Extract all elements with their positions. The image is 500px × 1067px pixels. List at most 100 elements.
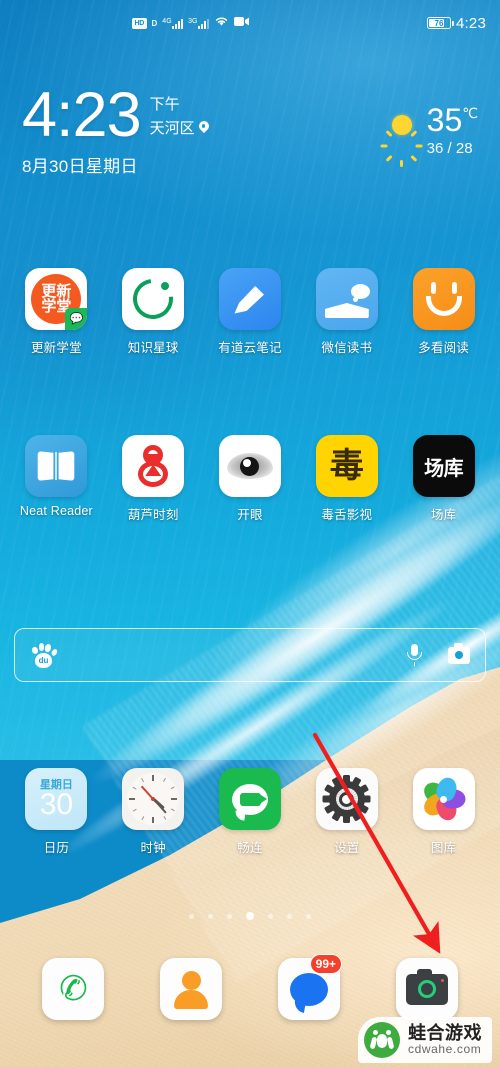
neat-reader-icon[interactable]	[25, 435, 88, 497]
app-label: Neat Reader	[19, 504, 93, 518]
widget-location-row[interactable]: 天河区	[150, 117, 209, 138]
pinwheel-glyph	[420, 775, 467, 823]
app-changku[interactable]: 场库 场库	[402, 435, 486, 523]
camera-search-icon[interactable]	[448, 643, 470, 664]
widget-ampm: 下午	[149, 96, 180, 114]
page-dot[interactable]	[287, 913, 292, 919]
app-label: 场库	[430, 508, 457, 522]
app-label: 葫芦时刻	[127, 508, 179, 522]
page-dot[interactable]	[246, 912, 254, 920]
battery-icon: 76	[427, 17, 454, 29]
app-kaiyan[interactable]: 开眼	[208, 435, 292, 523]
app-youdao-note[interactable]: 有道云笔记	[208, 268, 292, 356]
phone-icon[interactable]: ✆	[42, 958, 104, 1020]
microphone-icon[interactable]	[407, 644, 422, 666]
status-bar: HD D 4G 3G 76 4:23	[0, 0, 500, 46]
video-chat-glyph	[231, 783, 268, 815]
app-label: 开眼	[237, 508, 263, 522]
widget-meta: 下午 天河区	[150, 93, 209, 145]
kaiyan-icon[interactable]	[218, 435, 281, 497]
gear-glyph	[322, 775, 371, 823]
app-wechat-read[interactable]: 微信读书	[305, 268, 389, 356]
clock-tick	[162, 777, 166, 783]
wifi-icon	[214, 14, 229, 32]
baidu-search-bar[interactable]: du	[14, 628, 486, 682]
changku-icon[interactable]: 场库	[412, 435, 475, 497]
gear-tooth	[343, 775, 351, 784]
frog-logo-icon	[364, 1022, 400, 1058]
signal-3g: 3G	[188, 18, 209, 29]
dock-app-messages[interactable]: 99+	[274, 954, 344, 1020]
phone-glyph: ✆	[56, 968, 90, 1010]
gallery-icon[interactable]	[412, 768, 475, 830]
app-gengxin-xuetang[interactable]: 更新 学堂 💬 更新学堂	[14, 268, 98, 356]
watermark-name: 蛙合游戏	[408, 1022, 482, 1044]
clock-tick	[132, 808, 137, 812]
page-dot[interactable]	[268, 913, 273, 919]
camera-icon[interactable]	[396, 958, 458, 1020]
app-hulu-shike[interactable]: 葫芦时刻	[111, 435, 195, 523]
status-bar-left: HD D 4G 3G	[132, 14, 250, 32]
app-changlian[interactable]: 畅连	[208, 768, 292, 856]
clock-icon[interactable]	[122, 768, 185, 830]
app-neat-reader[interactable]: Neat Reader	[14, 435, 98, 523]
camera-led	[441, 978, 444, 982]
clock-face	[127, 773, 180, 825]
page-dot[interactable]	[306, 913, 311, 919]
camera-body	[406, 968, 448, 1005]
dock-app-camera[interactable]	[392, 958, 462, 1020]
page-indicator[interactable]	[0, 912, 500, 920]
settings-gear-icon[interactable]	[315, 768, 378, 830]
app-label: 图库	[430, 841, 457, 855]
search-input[interactable]	[68, 647, 395, 663]
hd-sub-icon: D	[151, 18, 158, 28]
watermark: 蛙合游戏 cdwahe.com	[358, 1017, 492, 1063]
app-settings[interactable]: 设置	[305, 768, 389, 856]
clock-weather-widget[interactable]: 4:23 下午 天河区 8月30日星期日 35 ℃ 36 / 28	[0, 83, 500, 216]
page-dot[interactable]	[227, 913, 232, 919]
watermark-url: cdwahe.com	[408, 1042, 482, 1057]
app-clock[interactable]: 时钟	[111, 768, 195, 856]
zhishi-xingqiu-icon[interactable]	[122, 268, 185, 330]
page-dot[interactable]	[208, 913, 213, 919]
app-label: 有道云笔记	[218, 341, 282, 355]
baidu-paw-icon: du	[30, 642, 59, 668]
app-dushe-yingshi[interactable]: 毒 毒舌影视	[305, 435, 389, 523]
dock-app-phone[interactable]: ✆	[38, 958, 108, 1020]
clock-widget[interactable]: 4:23 下午 天河区 8月30日星期日	[22, 83, 209, 177]
eye-glyph	[226, 453, 273, 479]
duokan-read-icon[interactable]	[412, 268, 475, 330]
app-row-1: 更新 学堂 💬 更新学堂 知识星球 有道云笔记 微信读书 多看阅读	[0, 268, 500, 356]
app-duokan-read[interactable]: 多看阅读	[402, 268, 486, 356]
youdao-note-icon[interactable]	[218, 268, 281, 330]
gear-tooth	[322, 795, 332, 803]
app-gallery[interactable]: 图库	[402, 768, 486, 856]
zhishi-ring	[125, 270, 182, 328]
weather-current-temp-row: 35 ℃	[427, 104, 478, 136]
clock-tick	[129, 798, 136, 800]
message-bubble-glyph	[290, 972, 328, 1006]
weather-widget[interactable]: 35 ℃ 36 / 28	[380, 86, 478, 167]
dushe-yingshi-icon[interactable]: 毒	[315, 435, 378, 497]
changlian-icon[interactable]	[218, 768, 281, 830]
app-calendar[interactable]: 星期日 30 日历	[14, 768, 98, 856]
clock-tick	[170, 786, 175, 790]
app-label: 时钟	[140, 841, 166, 855]
contacts-icon[interactable]	[160, 958, 222, 1020]
dock-app-contacts[interactable]	[156, 958, 226, 1020]
calendar-icon[interactable]: 星期日 30	[25, 768, 88, 830]
person-head	[181, 971, 201, 990]
video-recording-icon	[233, 14, 250, 32]
chat-glyph	[350, 284, 370, 302]
wechat-badge-icon: 💬	[65, 308, 88, 330]
clock-tick	[152, 775, 155, 781]
app-label: 知识星球	[127, 341, 179, 355]
calendar-day: 30	[39, 788, 74, 821]
hulu-shike-icon[interactable]	[122, 435, 185, 497]
page-dot[interactable]	[189, 913, 194, 919]
wechat-read-icon[interactable]	[315, 268, 378, 330]
app-label: 设置	[334, 841, 360, 855]
app-zhishi-xingqiu[interactable]: 知识星球	[111, 268, 195, 356]
hd-icon: HD	[132, 17, 147, 29]
gengxin-xuetang-icon[interactable]: 更新 学堂 💬	[25, 268, 88, 330]
